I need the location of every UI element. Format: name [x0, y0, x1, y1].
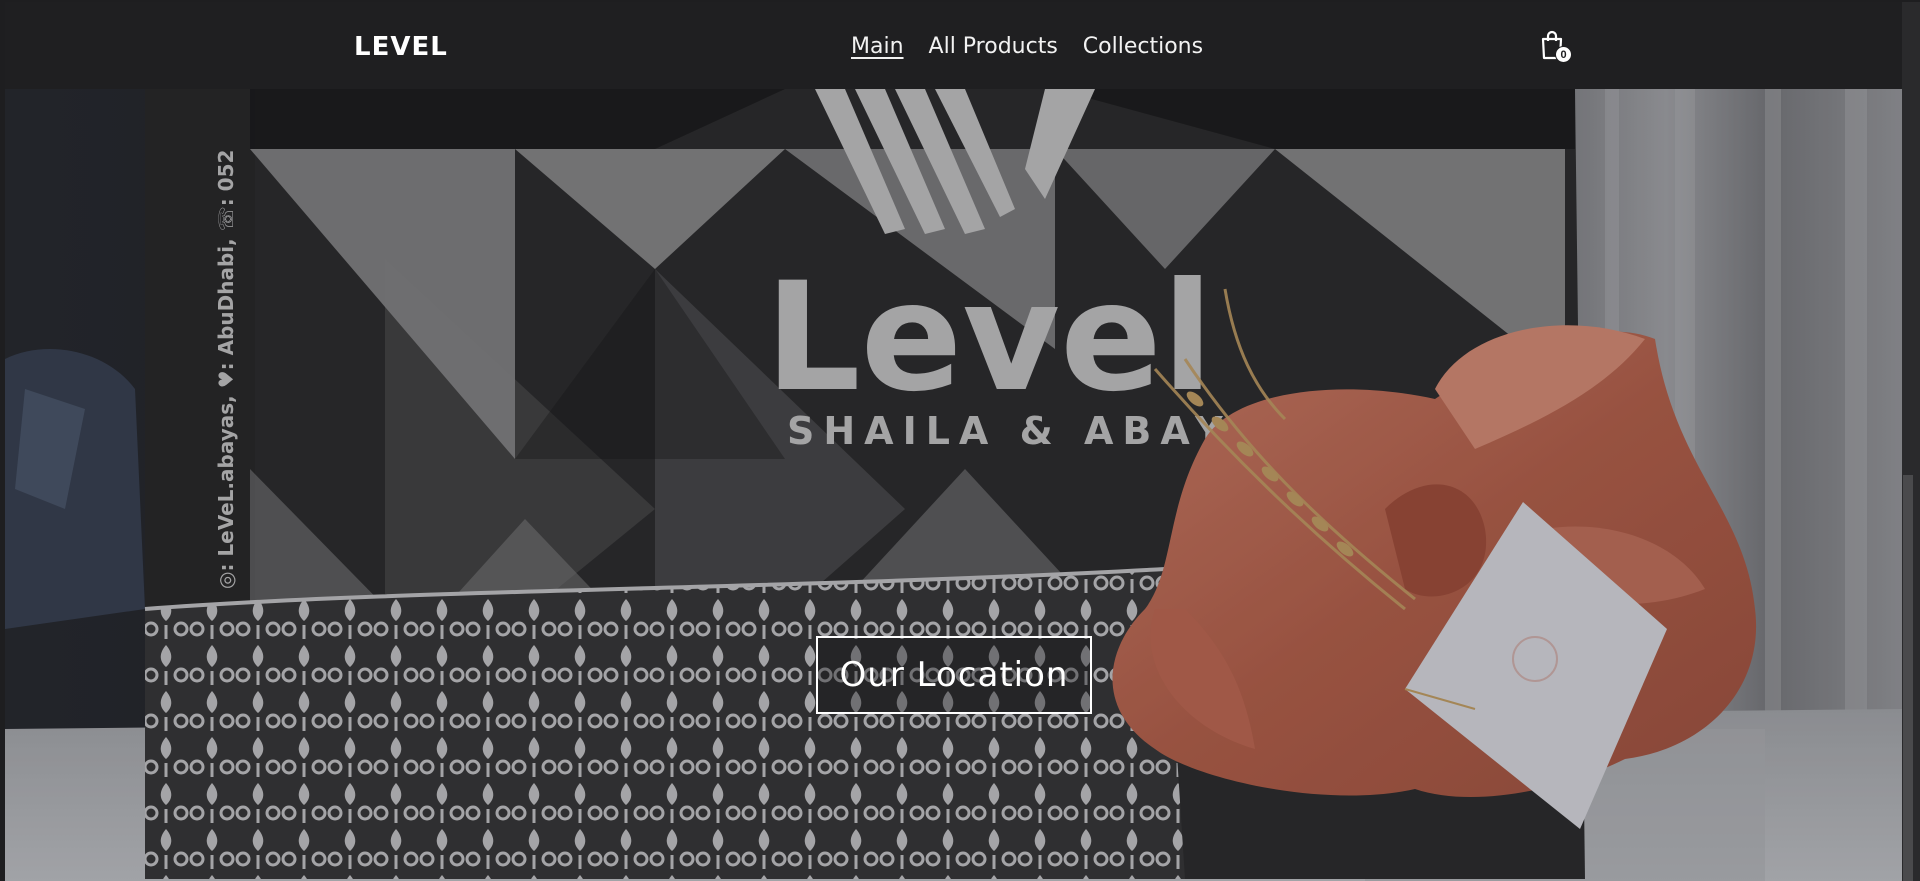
site-header: LEVEL Main All Products Collections 0: [5, 2, 1902, 89]
cart-button[interactable]: 0: [1540, 30, 1572, 64]
nav-all-products[interactable]: All Products: [929, 34, 1058, 59]
main-nav: Main All Products Collections: [851, 34, 1203, 59]
nav-main[interactable]: Main: [851, 34, 904, 59]
page: LEVEL Main All Products Collections 0 Le…: [5, 2, 1902, 881]
nav-collections[interactable]: Collections: [1083, 34, 1203, 59]
our-location-button[interactable]: Our Location: [816, 636, 1092, 714]
scrollbar-thumb[interactable]: [1903, 475, 1913, 881]
hero-banner: Level SHAILA & ABAYA ◎: LeVeL.abayas, ♥:…: [5, 89, 1902, 881]
cart-count-badge: 0: [1555, 46, 1572, 63]
site-logo[interactable]: LEVEL: [354, 32, 448, 62]
hero-dim-overlay: [5, 89, 1902, 881]
